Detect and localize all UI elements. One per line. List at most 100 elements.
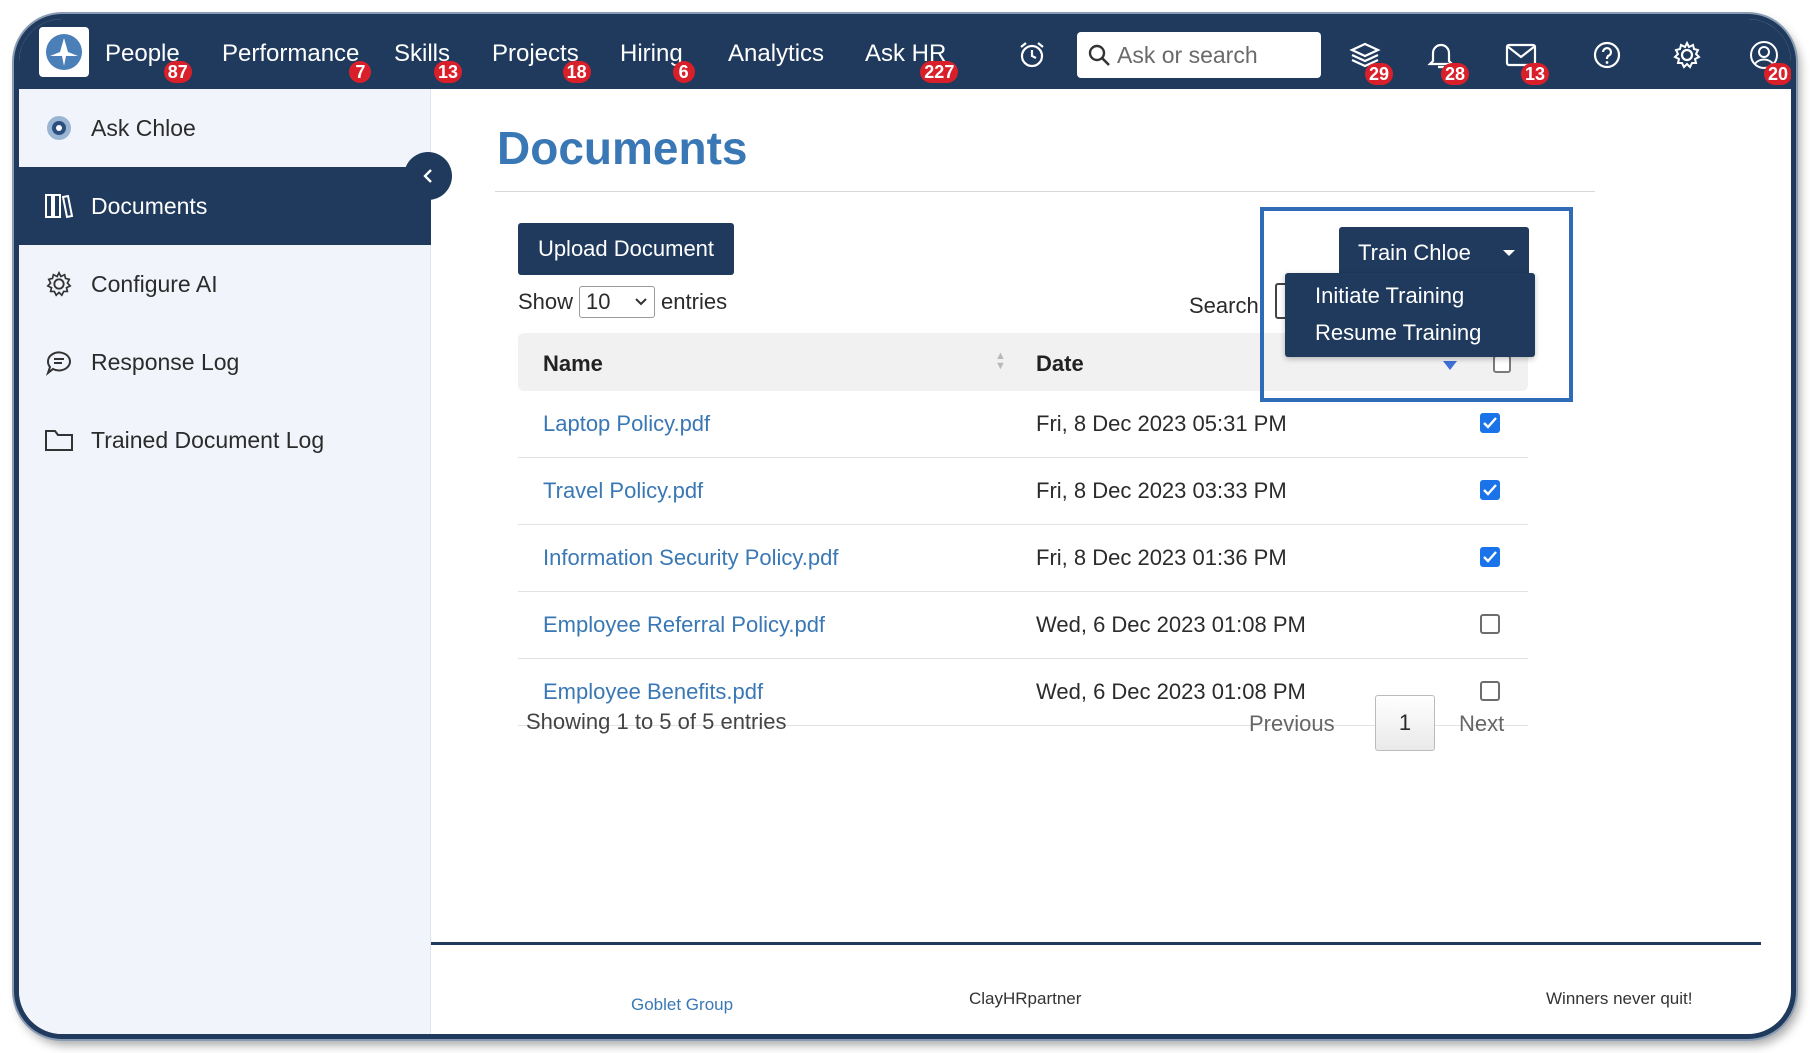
pagination-previous[interactable]: Previous — [1249, 711, 1335, 737]
row-checkbox[interactable] — [1480, 614, 1500, 634]
nav-hiring-badge: 6 — [672, 61, 695, 83]
document-date: Wed, 6 Dec 2023 01:08 PM — [1036, 612, 1306, 637]
nav-skills[interactable]: Skills 13 — [394, 19, 463, 89]
global-search[interactable] — [1077, 32, 1321, 78]
nav-projects[interactable]: Projects 18 — [492, 19, 591, 89]
sidebar-item-configure-ai[interactable]: Configure AI — [19, 245, 431, 323]
menu-item-resume-training[interactable]: Resume Training — [1315, 320, 1481, 346]
sidebar-item-label: Documents — [91, 192, 208, 219]
column-header-name[interactable]: Name — [543, 351, 603, 377]
sidebar-item-label: Configure AI — [91, 270, 218, 297]
row-checkbox[interactable] — [1480, 480, 1500, 500]
checkmark-icon — [1483, 484, 1497, 496]
document-date: Wed, 6 Dec 2023 01:08 PM — [1036, 679, 1306, 704]
table-search-label: Search: — [1189, 293, 1265, 318]
document-link[interactable]: Information Security Policy.pdf — [543, 545, 839, 571]
chevron-left-icon — [423, 169, 432, 183]
sort-icon[interactable]: ▲ ▼ — [995, 351, 1006, 372]
document-date: Fri, 8 Dec 2023 03:33 PM — [1036, 478, 1287, 503]
document-link[interactable]: Employee Referral Policy.pdf — [543, 612, 825, 638]
courses-button[interactable]: 29 — [1347, 37, 1394, 85]
sidebar: Ask Chloe Documents Configure AI Respons… — [19, 89, 431, 1034]
notifications-badge: 28 — [1441, 63, 1470, 85]
checkmark-icon — [1483, 551, 1497, 563]
train-chloe-menu: Initiate Training Resume Training — [1285, 273, 1535, 357]
document-date: Fri, 8 Dec 2023 05:31 PM — [1036, 411, 1287, 436]
row-checkbox[interactable] — [1480, 547, 1500, 567]
nav-people[interactable]: People 87 — [105, 19, 192, 89]
sidebar-item-ask-chloe[interactable]: Ask Chloe — [19, 89, 431, 167]
footer-tagline: Winners never quit! — [1546, 989, 1693, 1008]
settings-button[interactable] — [1669, 37, 1705, 73]
document-link[interactable]: Employee Benefits.pdf — [543, 679, 763, 705]
document-link[interactable]: Travel Policy.pdf — [543, 478, 703, 504]
chatbot-icon — [43, 112, 75, 144]
entries-select[interactable]: 10 — [579, 286, 656, 318]
search-input[interactable] — [1117, 41, 1307, 69]
menu-item-initiate-training[interactable]: Initiate Training — [1315, 283, 1464, 309]
nav-performance[interactable]: Performance 7 — [222, 19, 372, 89]
row-checkbox[interactable] — [1480, 681, 1500, 701]
table-row: Information Security Policy.pdf Fri, 8 D… — [518, 525, 1528, 592]
footer-company-link[interactable]: Goblet Group — [631, 995, 733, 1015]
page-length-control: Show 10 entries — [518, 285, 727, 319]
checkmark-icon — [1483, 417, 1497, 429]
folder-icon — [43, 424, 75, 456]
gear-icon — [43, 268, 75, 300]
logo-icon — [46, 34, 82, 70]
nav-analytics-label: Analytics — [728, 40, 825, 67]
courses-badge: 29 — [1365, 63, 1394, 85]
page-title: Documents — [497, 122, 748, 174]
sidebar-collapse-button[interactable] — [404, 152, 452, 200]
nav-skills-badge: 13 — [433, 61, 463, 83]
column-header-date[interactable]: Date — [1036, 351, 1084, 377]
books-icon — [43, 190, 75, 222]
notifications-button[interactable]: 28 — [1423, 37, 1470, 85]
date-sort-icon[interactable] — [1443, 361, 1457, 370]
train-chloe-button[interactable]: Train Chloe — [1339, 227, 1529, 279]
sidebar-item-documents[interactable]: Documents — [19, 167, 431, 245]
main-content: Documents Upload Document Show 10 entrie… — [431, 89, 1791, 1034]
nav-projects-badge: 18 — [562, 61, 591, 83]
gear-icon — [1673, 40, 1701, 69]
document-link[interactable]: Laptop Policy.pdf — [543, 411, 710, 437]
alarm-clock-button[interactable] — [1014, 37, 1050, 73]
pagination-next[interactable]: Next — [1459, 711, 1504, 737]
sidebar-item-label: Response Log — [91, 348, 240, 375]
app-window: People 87 Performance 7 Skills 13 Projec… — [14, 14, 1796, 1039]
nav-performance-label: Performance — [222, 40, 360, 67]
nav-people-badge: 87 — [163, 61, 192, 83]
nav-performance-badge: 7 — [349, 61, 372, 83]
sidebar-item-label: Trained Document Log — [91, 426, 325, 453]
upload-document-button[interactable]: Upload Document — [518, 223, 734, 275]
pagination-page-1[interactable]: 1 — [1375, 695, 1435, 751]
help-button[interactable] — [1589, 37, 1625, 73]
nav-ask-hr-badge: 227 — [920, 61, 959, 83]
question-mark-icon — [1593, 41, 1621, 69]
table-info: Showing 1 to 5 of 5 entries — [526, 709, 787, 734]
messages-badge: 13 — [1521, 63, 1550, 85]
document-date: Fri, 8 Dec 2023 01:36 PM — [1036, 545, 1287, 570]
search-icon — [1088, 44, 1110, 66]
table-row: Laptop Policy.pdf Fri, 8 Dec 2023 05:31 … — [518, 391, 1528, 458]
profile-button[interactable]: 20 — [1746, 37, 1791, 85]
app-logo[interactable] — [39, 27, 89, 77]
select-all-checkbox[interactable] — [1493, 355, 1511, 373]
table-row: Travel Policy.pdf Fri, 8 Dec 2023 03:33 … — [518, 458, 1528, 525]
sidebar-item-trained-document-log[interactable]: Trained Document Log — [19, 401, 431, 479]
row-checkbox[interactable] — [1480, 413, 1500, 433]
entries-label: entries — [661, 289, 728, 314]
footer-partner: ClayHRpartner — [969, 989, 1082, 1008]
show-label: Show — [518, 289, 574, 314]
nav-hiring[interactable]: Hiring 6 — [620, 19, 695, 89]
messages-button[interactable]: 13 — [1503, 37, 1550, 85]
sidebar-item-label: Ask Chloe — [91, 114, 196, 141]
sidebar-item-response-log[interactable]: Response Log — [19, 323, 431, 401]
profile-badge: 20 — [1764, 63, 1791, 85]
nav-ask-hr[interactable]: Ask HR 227 — [865, 19, 959, 89]
nav-analytics[interactable]: Analytics — [728, 19, 824, 89]
title-divider — [495, 191, 1595, 192]
caret-down-icon — [1503, 250, 1515, 256]
chevron-down-icon — [635, 298, 647, 306]
alarm-clock-icon — [1020, 42, 1044, 68]
